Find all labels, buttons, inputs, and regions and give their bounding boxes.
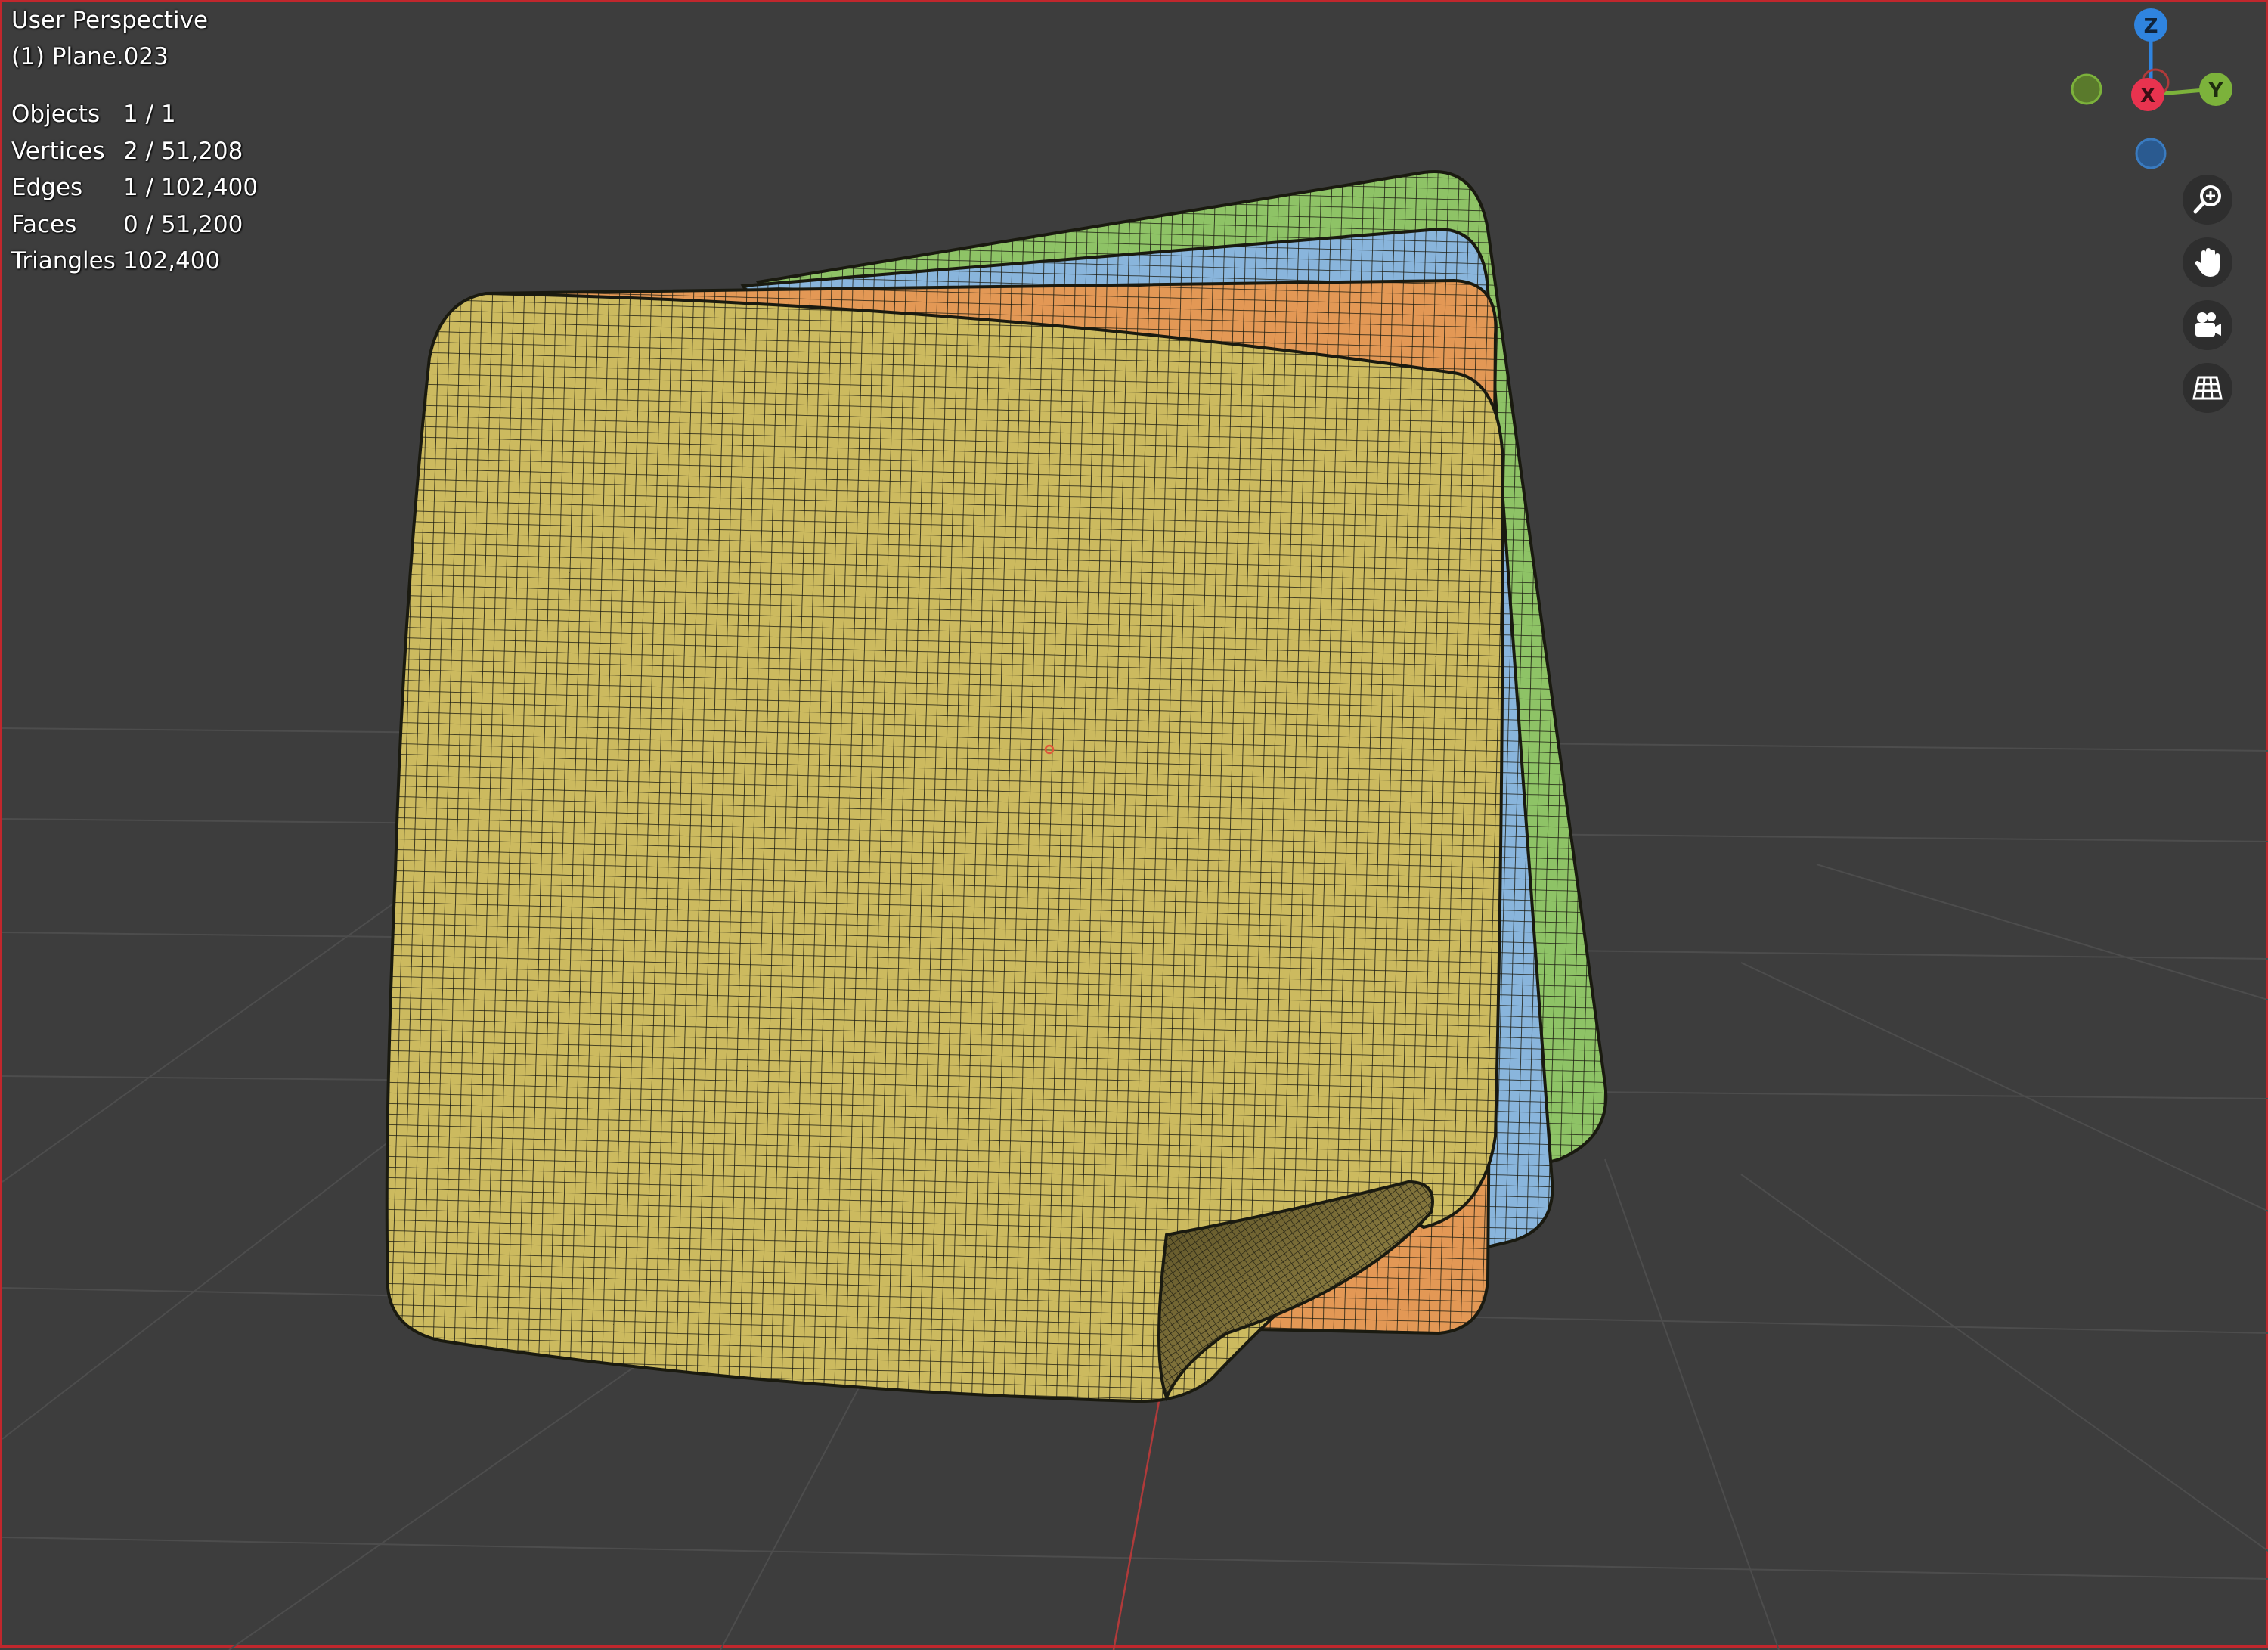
camera-view-button[interactable] — [2183, 300, 2232, 350]
pan-button[interactable] — [2183, 237, 2232, 287]
x-axis-label: X — [2140, 85, 2155, 107]
x-axis-line — [1112, 1400, 1160, 1650]
stat-faces: Faces 0 / 51,200 — [11, 210, 243, 238]
scene-canvas[interactable] — [2, 2, 2268, 1650]
view-name: User Perspective — [11, 7, 209, 34]
zoom-button[interactable] — [2183, 175, 2232, 225]
perspective-toggle-button[interactable] — [2183, 363, 2232, 413]
neg-y-axis-handle[interactable] — [2071, 73, 2102, 105]
stat-edges: Edges 1 / 102,400 — [11, 174, 259, 201]
camera-icon — [2195, 312, 2221, 337]
stat-triangles: Triangles 102,400 — [11, 247, 221, 274]
y-axis-label: Y — [2208, 79, 2224, 102]
zoom-icon — [2193, 185, 2221, 214]
navigation-gizmo[interactable]: Z Y X — [2059, 2, 2255, 184]
viewport-info: User Perspective (1) Plane.023 — [11, 2, 208, 75]
pan-hand-icon — [2195, 248, 2220, 277]
3d-viewport[interactable]: User Perspective (1) Plane.023 Objects 1… — [0, 0, 2268, 1650]
stat-objects: Objects 1 / 1 — [11, 101, 176, 128]
stat-vertices: Vertices 2 / 51,208 — [11, 137, 243, 165]
neg-z-axis-handle[interactable] — [2135, 138, 2167, 169]
active-object-name: (1) Plane.023 — [11, 43, 169, 70]
scene-statistics: Objects 1 / 1 Vertices 2 / 51,208 Edges … — [11, 96, 258, 280]
z-axis-label: Z — [2144, 15, 2158, 38]
grid-view-icon — [2192, 376, 2223, 400]
